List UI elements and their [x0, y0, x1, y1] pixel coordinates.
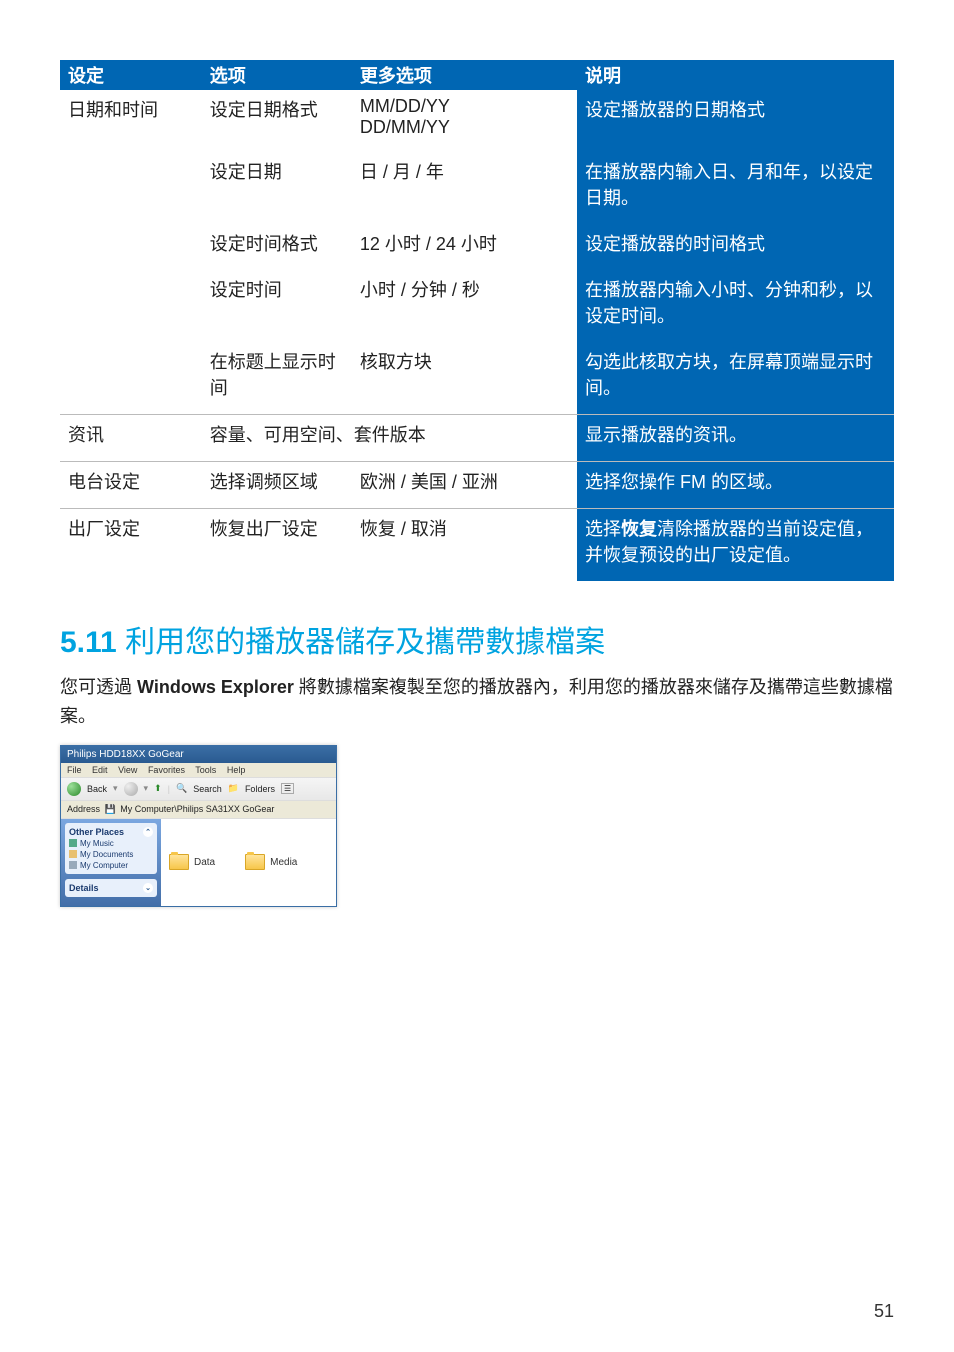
device-icon: 💾 [105, 804, 116, 814]
cell-more: 恢复 / 取消 [352, 509, 577, 582]
my-documents-label: My Documents [80, 850, 133, 859]
cell-more: 日 / 月 / 年 [352, 152, 577, 224]
cell-option: 在标题上显示时间 [202, 342, 352, 415]
folder-icon [245, 854, 265, 870]
explorer-content: Data Media [161, 819, 336, 906]
sidebar-item-my-documents[interactable]: My Documents [69, 850, 153, 859]
page-number: 51 [874, 1301, 894, 1322]
settings-table: 设定 选项 更多选项 说明 日期和时间设定日期格式MM/DD/YY DD/MM/… [60, 60, 894, 581]
forward-icon[interactable] [124, 782, 138, 796]
para-bold: Windows Explorer [137, 677, 294, 697]
folder-icon [169, 854, 189, 870]
music-icon [69, 839, 77, 847]
explorer-addressbar: Address 💾 My Computer\Philips SA31XX GoG… [61, 801, 336, 819]
menu-view[interactable]: View [118, 765, 137, 775]
explorer-titlebar: Philips HDD18XX GoGear [61, 746, 336, 763]
search-icon[interactable]: 🔍 [176, 783, 187, 794]
para-pre: 您可透過 [60, 677, 137, 697]
cell-setting [60, 224, 202, 270]
other-places-title: Other Places [69, 827, 124, 837]
explorer-sidebar: Other Places ⌃ My Music My Documents My … [61, 819, 161, 906]
menu-edit[interactable]: Edit [92, 765, 108, 775]
heading-title: 利用您的播放器儲存及攜帶數據檔案 [125, 626, 605, 659]
my-computer-label: My Computer [80, 861, 128, 870]
back-label[interactable]: Back [87, 784, 107, 794]
cell-desc: 显示播放器的资讯。 [577, 415, 894, 462]
expand-icon[interactable]: ⌄ [143, 883, 153, 893]
folders-label[interactable]: Folders [245, 784, 275, 794]
cell-option: 设定日期格式 [202, 90, 352, 152]
cell-desc: 设定播放器的时间格式 [577, 224, 894, 270]
cell-option: 设定时间格式 [202, 224, 352, 270]
menu-favorites[interactable]: Favorites [148, 765, 185, 775]
collapse-icon[interactable]: ⌃ [143, 827, 153, 837]
addr-label: Address [67, 804, 100, 814]
intro-paragraph: 您可透過 Windows Explorer 將數據檔案複製至您的播放器內，利用您… [60, 673, 894, 731]
cell-option: 选择调频区域 [202, 462, 352, 509]
sidebar-item-my-music[interactable]: My Music [69, 839, 153, 848]
sidebar-item-my-computer[interactable]: My Computer [69, 861, 153, 870]
cell-more: 12 小时 / 24 小时 [352, 224, 577, 270]
cell-option: 容量、可用空间、套件版本 [202, 415, 577, 462]
cell-desc: 在播放器内输入小时、分钟和秒，以设定时间。 [577, 270, 894, 342]
cell-desc: 在播放器内输入日、月和年，以设定日期。 [577, 152, 894, 224]
cell-more: 欧洲 / 美国 / 亚洲 [352, 462, 577, 509]
explorer-toolbar: Back ▾ ▾ ⬆ | 🔍 Search 📁 Folders ☰ [61, 777, 336, 801]
th-setting: 设定 [60, 60, 202, 90]
cell-option: 恢复出厂设定 [202, 509, 352, 582]
cell-setting [60, 270, 202, 342]
explorer-window: Philips HDD18XX GoGear File Edit View Fa… [60, 745, 337, 907]
cell-setting: 出厂设定 [60, 509, 202, 582]
cell-desc: 选择恢复清除播放器的当前设定值，并恢复预设的出厂设定值。 [577, 509, 894, 582]
documents-icon [69, 850, 77, 858]
folder-media[interactable]: Media [245, 827, 297, 898]
cell-option: 设定日期 [202, 152, 352, 224]
view-icon[interactable]: ☰ [281, 783, 294, 794]
addr-value[interactable]: My Computer\Philips SA31XX GoGear [120, 804, 274, 814]
cell-more: 小时 / 分钟 / 秒 [352, 270, 577, 342]
menu-help[interactable]: Help [227, 765, 246, 775]
th-more: 更多选项 [352, 60, 577, 90]
cell-setting [60, 342, 202, 415]
cell-setting: 资讯 [60, 415, 202, 462]
details-title: Details [69, 883, 99, 893]
folder-data-label: Data [194, 857, 215, 868]
menu-tools[interactable]: Tools [195, 765, 216, 775]
menu-file[interactable]: File [67, 765, 82, 775]
my-music-label: My Music [80, 839, 114, 848]
cell-setting: 日期和时间 [60, 90, 202, 152]
up-icon[interactable]: ⬆ [154, 783, 162, 794]
heading-number: 5.11 [60, 626, 117, 659]
cell-desc: 勾选此核取方块，在屏幕顶端显示时间。 [577, 342, 894, 415]
section-heading: 5.11 利用您的播放器儲存及攜帶數據檔案 [60, 617, 894, 661]
cell-setting [60, 152, 202, 224]
cell-more: MM/DD/YY DD/MM/YY [352, 90, 577, 152]
cell-more: 核取方块 [352, 342, 577, 415]
explorer-menu: File Edit View Favorites Tools Help [61, 763, 336, 777]
cell-desc: 设定播放器的日期格式 [577, 90, 894, 152]
folder-data[interactable]: Data [169, 827, 215, 898]
search-label[interactable]: Search [193, 784, 222, 794]
th-desc: 说明 [577, 60, 894, 90]
cell-setting: 电台设定 [60, 462, 202, 509]
th-option: 选项 [202, 60, 352, 90]
back-icon[interactable] [67, 782, 81, 796]
computer-icon [69, 861, 77, 869]
folders-icon[interactable]: 📁 [228, 783, 239, 794]
cell-option: 设定时间 [202, 270, 352, 342]
cell-desc: 选择您操作 FM 的区域。 [577, 462, 894, 509]
folder-media-label: Media [270, 857, 297, 868]
